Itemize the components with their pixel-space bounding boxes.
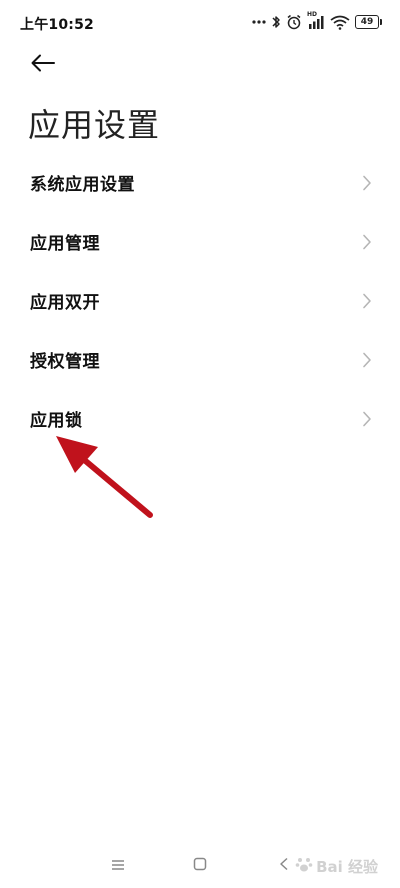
nav-back-button[interactable] xyxy=(272,855,296,875)
hd-signal-icon: HD xyxy=(307,11,325,29)
list-item-label: 应用管理 xyxy=(30,234,100,254)
list-item-dual-apps[interactable]: 应用双开 xyxy=(0,271,400,330)
navigation-bar: Bai 经验 xyxy=(0,845,400,885)
menu-icon xyxy=(111,856,125,875)
chevron-right-icon xyxy=(362,293,372,309)
watermark-text: Bai 经验 xyxy=(316,857,378,876)
list-item-label: 授权管理 xyxy=(30,352,100,372)
chevron-right-icon xyxy=(362,175,372,191)
chevron-right-icon xyxy=(362,411,372,427)
page-title: 应用设置 xyxy=(28,106,161,144)
annotation-arrow-shaft xyxy=(79,455,153,518)
paw-logo-icon xyxy=(295,855,313,877)
notification-dots-icon xyxy=(252,19,266,25)
status-bar: 上午10:52 HD 49 xyxy=(0,0,400,44)
list-item-app-lock[interactable]: 应用锁 xyxy=(0,389,400,448)
list-item-permission-management[interactable]: 授权管理 xyxy=(0,330,400,389)
alarm-icon xyxy=(286,14,302,30)
arrow-left-icon xyxy=(30,53,56,77)
battery-icon: 49 xyxy=(355,15,382,29)
list-item-app-management[interactable]: 应用管理 xyxy=(0,212,400,271)
status-icons: HD 49 xyxy=(252,11,382,32)
nav-menu-button[interactable] xyxy=(106,855,130,875)
nav-home-button[interactable] xyxy=(188,855,212,875)
list-item-system-app-settings[interactable]: 系统应用设置 xyxy=(0,153,400,212)
back-triangle-icon xyxy=(279,856,289,875)
bluetooth-icon xyxy=(271,14,281,30)
status-time: 上午10:52 xyxy=(20,17,94,33)
list-item-label: 应用锁 xyxy=(30,411,83,431)
settings-list: 系统应用设置 应用管理 应用双开 授权管理 应用锁 xyxy=(0,153,400,448)
battery-level: 49 xyxy=(355,15,379,29)
list-item-label: 应用双开 xyxy=(30,293,100,313)
wifi-icon xyxy=(330,15,350,30)
list-item-label: 系统应用设置 xyxy=(30,175,135,195)
chevron-right-icon xyxy=(362,234,372,250)
hd-label: HD xyxy=(307,11,318,18)
back-button[interactable] xyxy=(26,50,60,80)
chevron-right-icon xyxy=(362,352,372,368)
baidu-watermark: Bai 经验 xyxy=(295,855,378,877)
home-square-icon xyxy=(193,856,207,875)
